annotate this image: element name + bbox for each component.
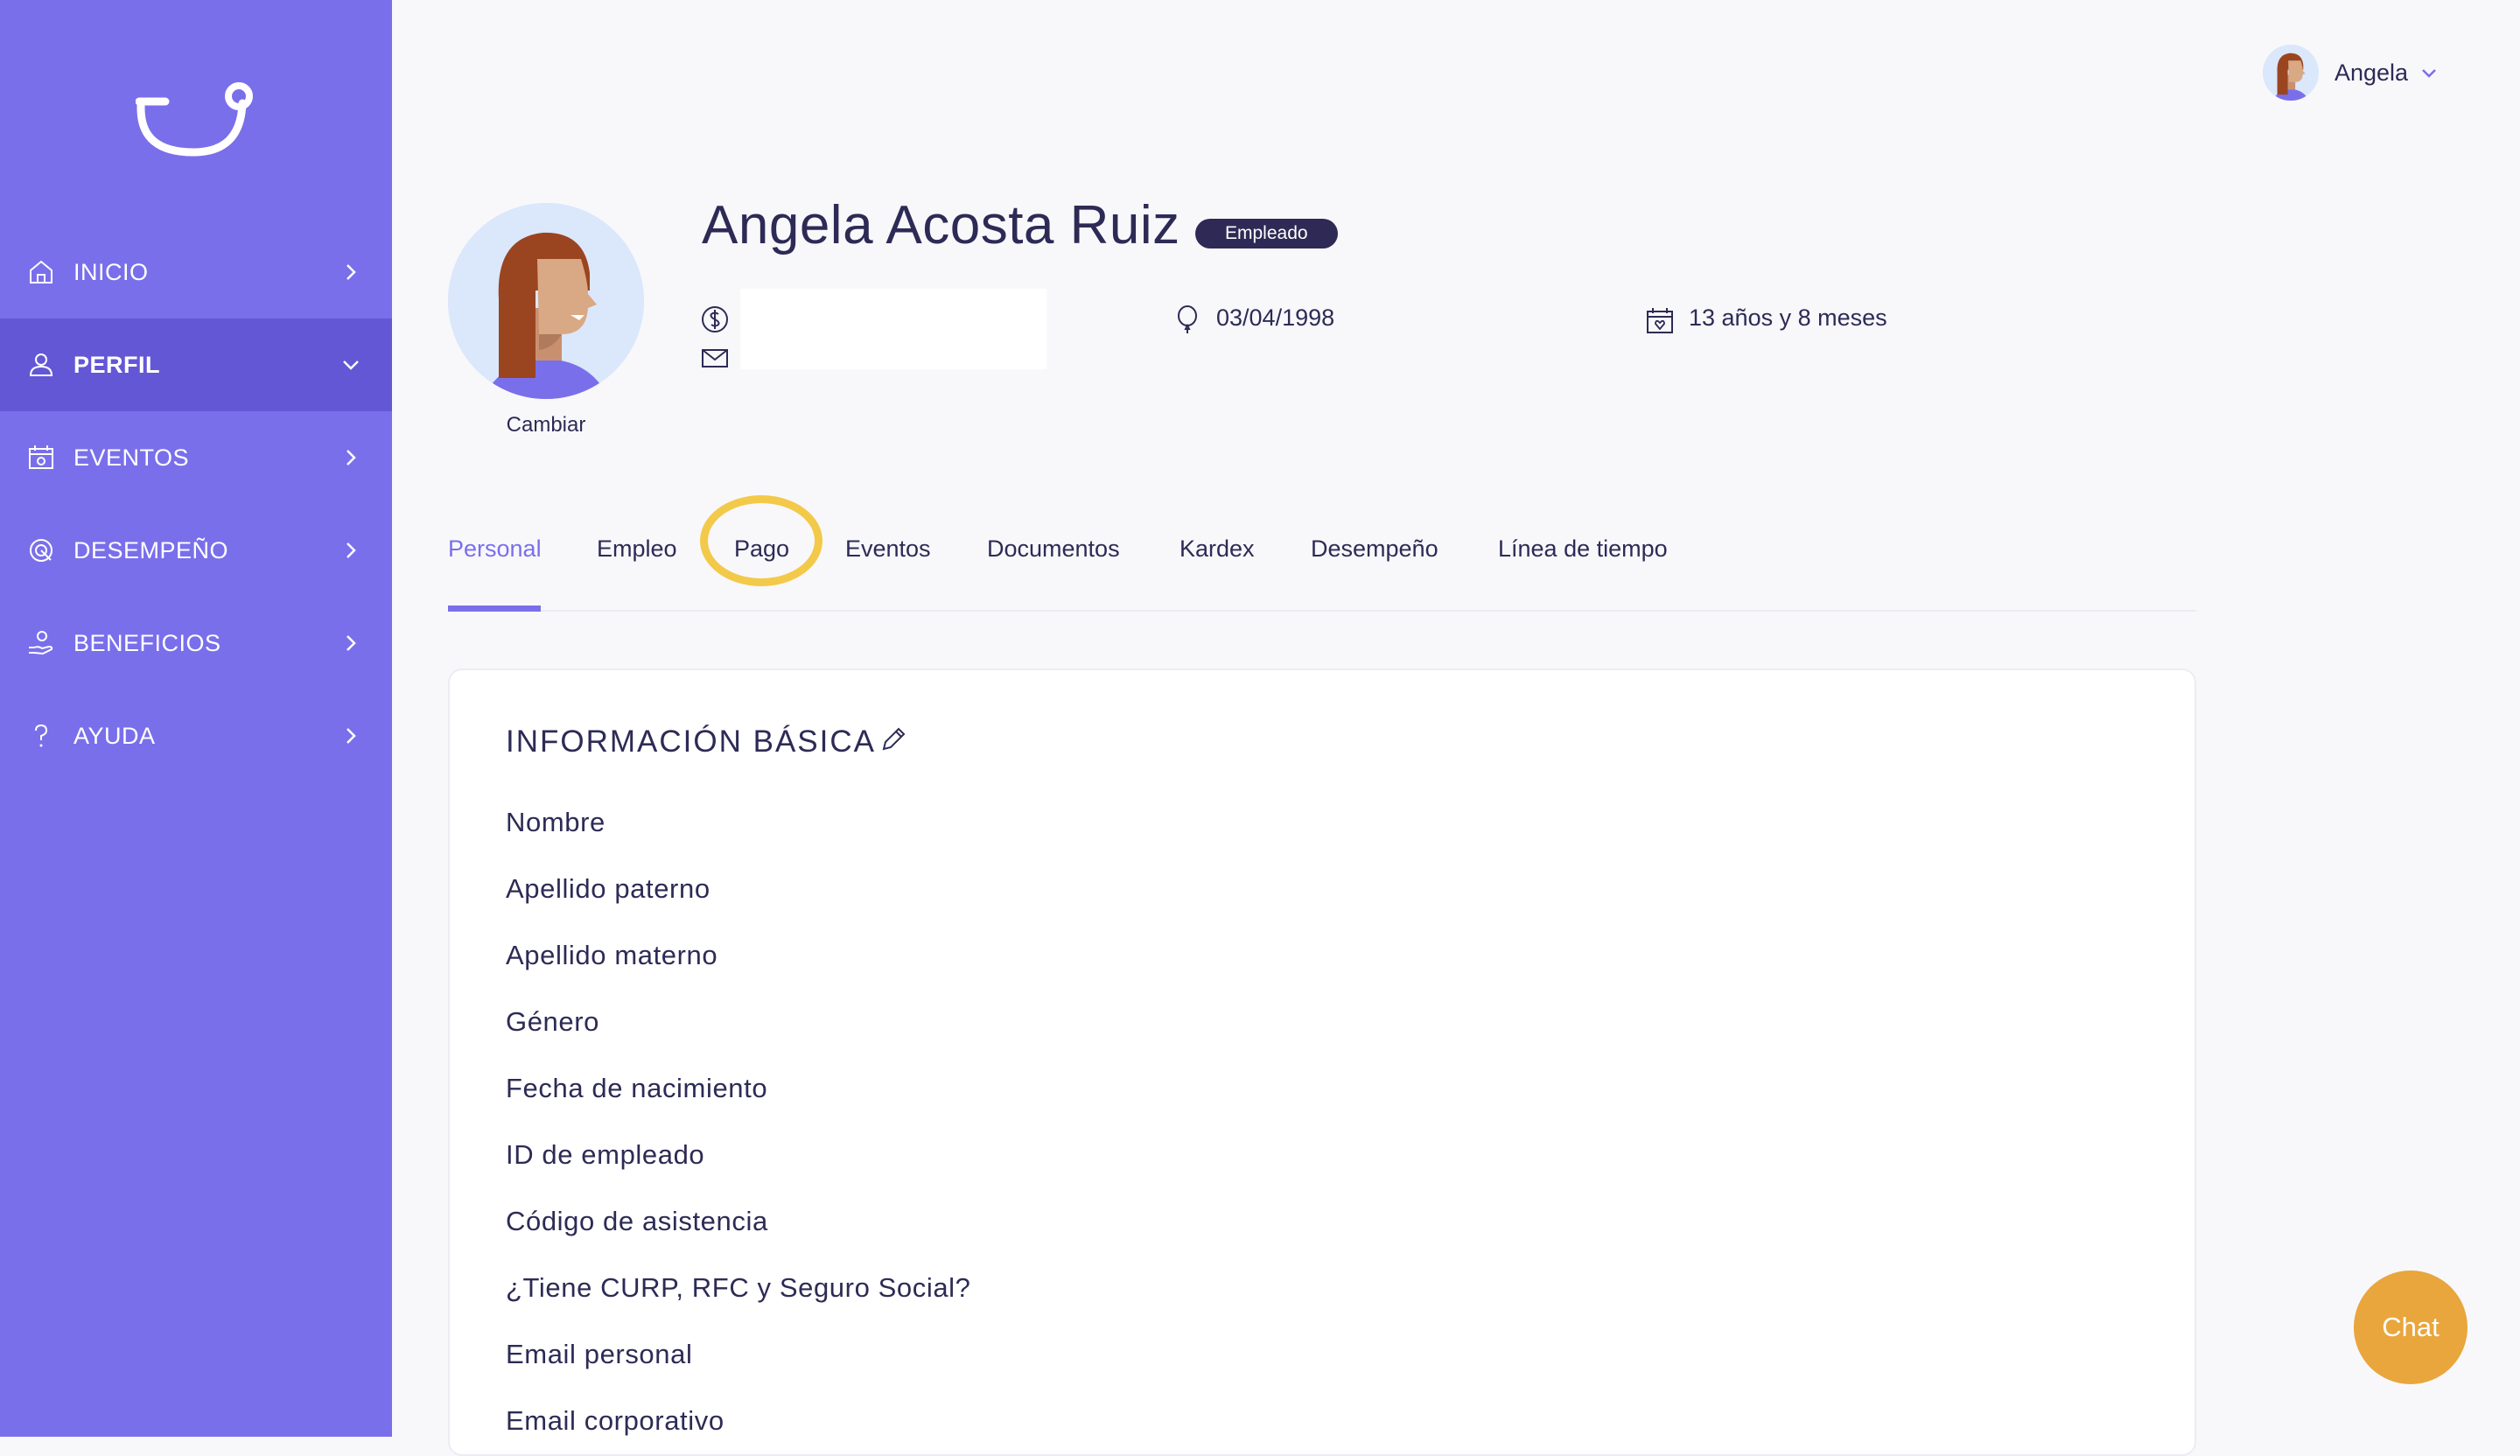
tab-linea-de-tiempo[interactable]: Línea de tiempo <box>1498 536 1668 563</box>
chat-button[interactable]: Chat <box>2354 1270 2468 1384</box>
mail-icon <box>700 343 730 373</box>
target-icon <box>26 536 56 565</box>
hand-coin-icon <box>26 628 56 658</box>
birthdate-value: 03/04/1998 <box>1216 304 1335 331</box>
sidebar-item-beneficios[interactable]: BENEFICIOS <box>0 597 392 690</box>
tabs-divider <box>448 610 2196 612</box>
change-photo-link[interactable]: Cambiar <box>448 413 644 438</box>
seniority-value: 13 años y 8 meses <box>1689 304 1887 331</box>
tab-pago[interactable]: Pago <box>734 536 789 563</box>
field-label: Nombre <box>506 807 606 837</box>
field-label: Apellido paterno <box>506 873 710 904</box>
field-label: Género <box>506 1006 599 1037</box>
tab-empleo[interactable]: Empleo <box>597 536 677 563</box>
field-label: Email personal <box>506 1339 693 1369</box>
field-label: Código de asistencia <box>506 1206 768 1236</box>
section-title: INFORMACIÓN BÁSICA <box>506 724 876 759</box>
sidebar-item-eventos[interactable]: EVENTOS <box>0 411 392 504</box>
sidebar-item-label: DESEMPEÑO <box>74 536 229 564</box>
chevron-down-icon <box>340 354 362 376</box>
chevron-right-icon <box>340 724 362 747</box>
sidebar: INICIO PERFIL EVENTOS DESEMPEÑO BENEFICI… <box>0 0 392 1437</box>
profile-avatar <box>448 203 644 399</box>
tab-eventos[interactable]: Eventos <box>845 536 931 563</box>
sidebar-item-desempeno[interactable]: DESEMPEÑO <box>0 504 392 597</box>
field-label: Email corporativo <box>506 1405 724 1436</box>
employee-name: Angela Acosta Ruiz <box>702 195 1180 256</box>
calendar-icon <box>26 443 56 472</box>
sidebar-item-perfil[interactable]: PERFIL <box>0 318 392 411</box>
sidebar-item-label: AYUDA <box>74 722 156 749</box>
pencil-icon[interactable] <box>878 724 908 754</box>
question-icon <box>26 721 56 751</box>
sidebar-item-inicio[interactable]: INICIO <box>0 226 392 318</box>
tab-desempeno[interactable]: Desempeño <box>1311 536 1438 563</box>
status-badge: Empleado <box>1195 219 1338 248</box>
sidebar-item-label: EVENTOS <box>74 444 190 471</box>
app-logo[interactable] <box>135 77 258 164</box>
field-label: Fecha de nacimiento <box>506 1073 768 1103</box>
field-label: Apellido materno <box>506 940 718 970</box>
dollar-icon <box>700 304 730 334</box>
chevron-right-icon <box>340 261 362 284</box>
field-label: ID de empleado <box>506 1139 705 1170</box>
chevron-right-icon <box>340 539 362 562</box>
tab-personal[interactable]: Personal <box>448 536 542 563</box>
sidebar-item-label: PERFIL <box>74 351 161 378</box>
chevron-right-icon <box>340 446 362 469</box>
tab-kardex[interactable]: Kardex <box>1180 536 1255 563</box>
balloon-icon <box>1172 304 1202 334</box>
user-name: Angela <box>2334 59 2409 86</box>
sidebar-item-ayuda[interactable]: AYUDA <box>0 690 392 782</box>
field-label: ¿Tiene CURP, RFC y Seguro Social? <box>506 1272 971 1303</box>
calendar-heart-icon <box>1645 306 1675 336</box>
chevron-right-icon <box>340 632 362 654</box>
tab-documentos[interactable]: Documentos <box>987 536 1120 563</box>
sidebar-item-label: BENEFICIOS <box>74 629 221 656</box>
redacted-contact-info <box>740 289 1046 369</box>
user-icon <box>26 350 56 380</box>
user-menu[interactable]: Angela <box>2263 44 2440 102</box>
active-tab-indicator <box>448 606 541 612</box>
basic-info-card <box>448 668 2196 1456</box>
status-badge-label: Empleado <box>1225 223 1308 243</box>
chevron-down-icon <box>2418 62 2440 83</box>
home-icon <box>26 257 56 287</box>
sidebar-item-label: INICIO <box>74 258 149 285</box>
avatar <box>2263 45 2319 101</box>
